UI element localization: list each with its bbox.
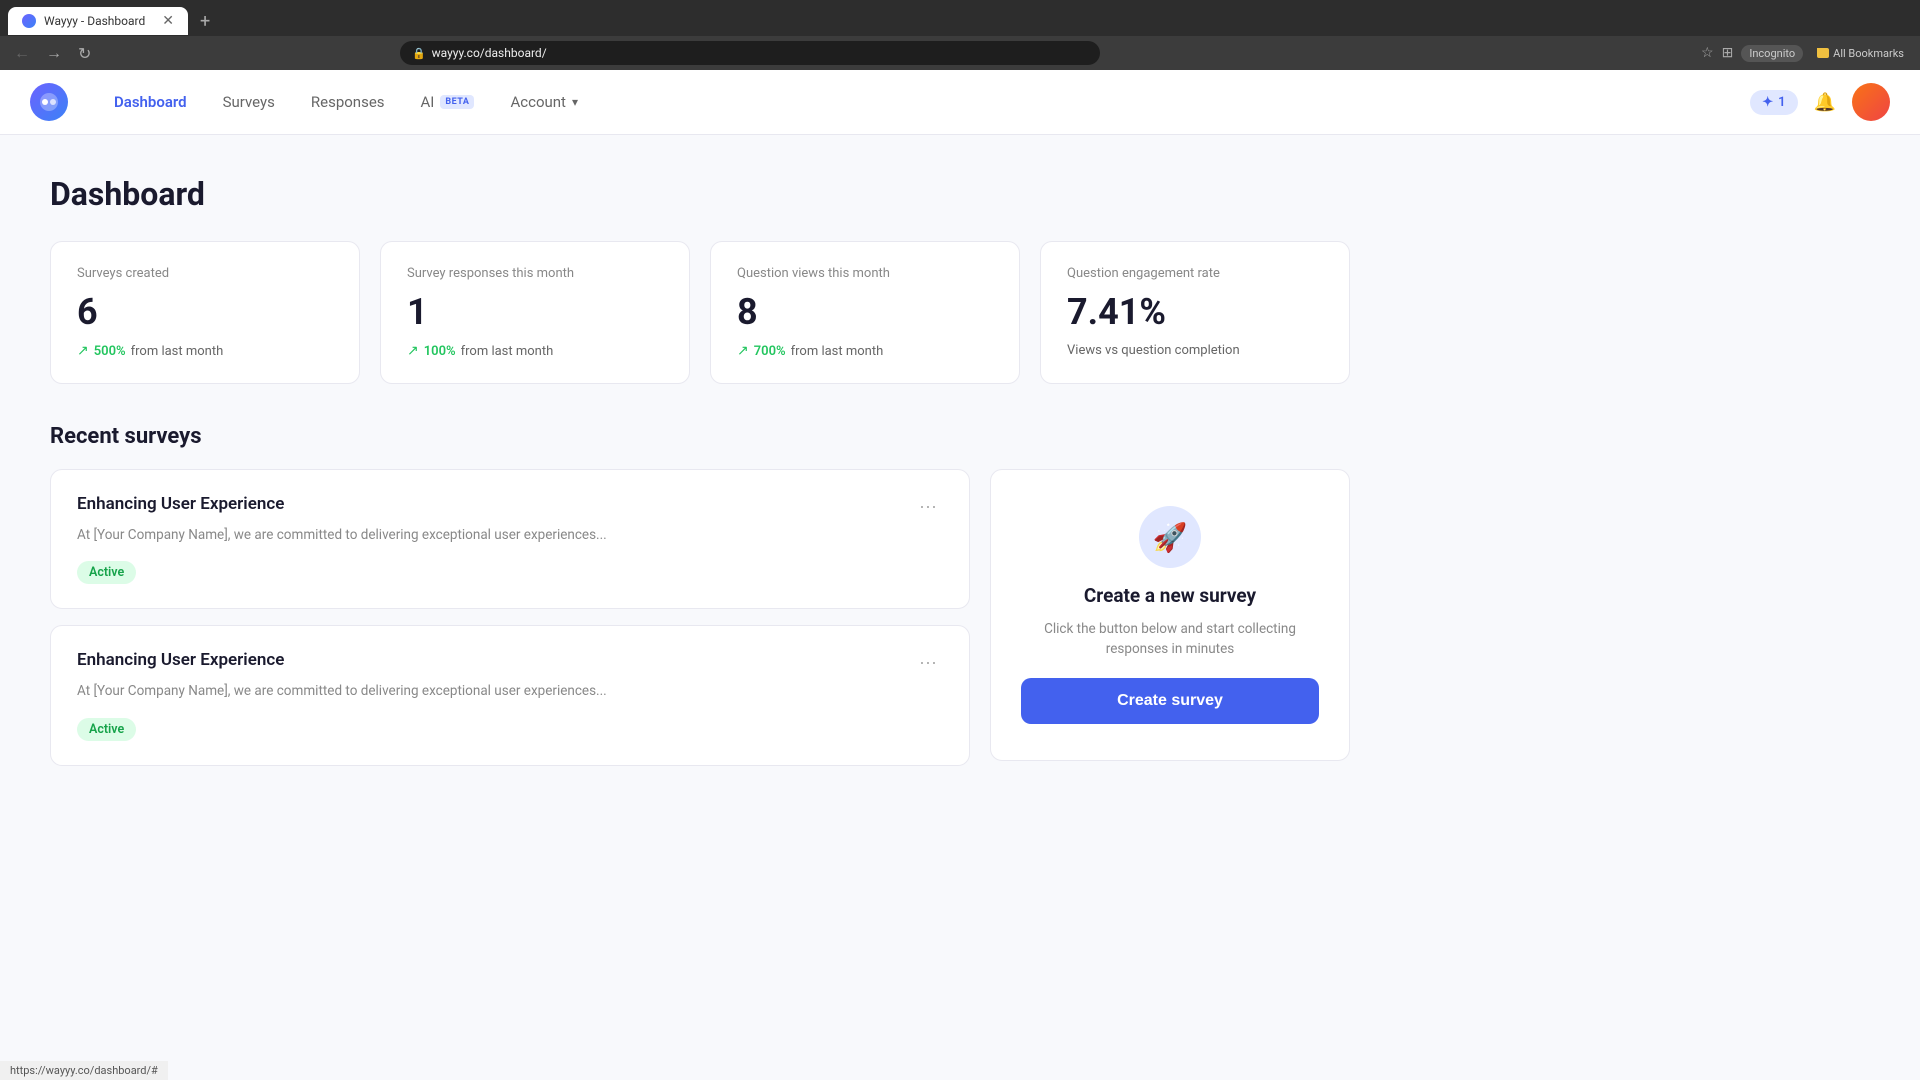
tab-title: Wayyy - Dashboard: [44, 14, 145, 28]
survey-status-badge-1: Active: [77, 718, 136, 741]
stat-card-engagement: Question engagement rate 7.41% Views vs …: [1040, 241, 1350, 384]
new-tab-button[interactable]: +: [192, 7, 218, 36]
trend-text-0: from last month: [131, 344, 224, 359]
trend-percent-1: 100%: [424, 344, 456, 359]
trend-up-icon-0: ↗: [77, 343, 89, 359]
stat-trend-responses: ↗ 100% from last month: [407, 343, 663, 359]
trend-text-1: from last month: [461, 344, 554, 359]
nav-label-responses: Responses: [311, 93, 385, 111]
surveys-layout: Enhancing User Experience ··· At [Your C…: [50, 469, 1350, 766]
trend-percent-2: 700%: [754, 344, 786, 359]
main-content: Dashboard Surveys created 6 ↗ 500% from …: [0, 135, 1400, 806]
nav-link-dashboard[interactable]: Dashboard: [98, 85, 203, 119]
user-avatar[interactable]: [1852, 83, 1890, 121]
nav-link-ai[interactable]: AI BETA: [405, 85, 491, 119]
bookmarks-bar: All Bookmarks: [1811, 45, 1910, 62]
address-text: wayyy.co/dashboard/: [432, 46, 547, 60]
browser-tab-active[interactable]: Wayyy - Dashboard ✕: [8, 7, 188, 35]
address-bar[interactable]: 🔒 wayyy.co/dashboard/: [400, 41, 1100, 65]
nav-right: ✦ 1 🔔: [1750, 83, 1890, 121]
survey-card-0: Enhancing User Experience ··· At [Your C…: [50, 469, 970, 609]
ai-beta-badge: BETA: [440, 95, 474, 109]
create-survey-desc: Click the button below and start collect…: [1021, 619, 1319, 660]
browser-actions: ☆ ⊞ Incognito: [1701, 45, 1803, 62]
survey-title-0: Enhancing User Experience: [77, 494, 284, 514]
status-bar: https://wayyy.co/dashboard/#: [0, 1061, 168, 1080]
survey-card-header-0: Enhancing User Experience ···: [77, 494, 943, 519]
stat-card-responses: Survey responses this month 1 ↗ 100% fro…: [380, 241, 690, 384]
back-button[interactable]: ←: [10, 41, 34, 65]
trend-text-3: Views vs question completion: [1067, 343, 1240, 358]
points-star-icon: ✦: [1762, 95, 1773, 110]
trend-up-icon-1: ↗: [407, 343, 419, 359]
survey-card-header-1: Enhancing User Experience ···: [77, 650, 943, 675]
stat-label-responses: Survey responses this month: [407, 266, 663, 281]
nav-label-account: Account: [510, 93, 566, 111]
points-badge[interactable]: ✦ 1: [1750, 90, 1797, 115]
nav-link-responses[interactable]: Responses: [295, 85, 401, 119]
stat-label-views: Question views this month: [737, 266, 993, 281]
survey-menu-button-1[interactable]: ···: [913, 650, 943, 675]
app-navbar: Dashboard Surveys Responses AI BETA Acco…: [0, 70, 1920, 135]
trend-percent-0: 500%: [94, 344, 126, 359]
nav-label-ai: AI: [421, 93, 435, 111]
survey-status-badge-0: Active: [77, 561, 136, 584]
create-survey-icon: 🚀: [1139, 506, 1201, 568]
stat-value-engagement: 7.41%: [1067, 291, 1323, 333]
extension-puzzle-icon[interactable]: ⊞: [1722, 45, 1734, 61]
trend-up-icon-2: ↗: [737, 343, 749, 359]
lock-icon: 🔒: [412, 47, 426, 60]
stat-trend-surveys-created: ↗ 500% from last month: [77, 343, 333, 359]
points-count: 1: [1778, 95, 1785, 110]
reload-button[interactable]: ↻: [74, 42, 95, 65]
stat-value-responses: 1: [407, 291, 663, 333]
create-survey-button[interactable]: Create survey: [1021, 678, 1319, 724]
nav-link-account[interactable]: Account ▾: [494, 85, 594, 119]
nav-label-surveys: Surveys: [223, 93, 275, 111]
stats-grid: Surveys created 6 ↗ 500% from last month…: [50, 241, 1350, 384]
survey-menu-button-0[interactable]: ···: [913, 494, 943, 519]
survey-desc-0: At [Your Company Name], we are committed…: [77, 525, 943, 545]
stat-trend-views: ↗ 700% from last month: [737, 343, 993, 359]
tab-favicon: [22, 14, 36, 28]
stat-card-views: Question views this month 8 ↗ 700% from …: [710, 241, 1020, 384]
page-title: Dashboard: [50, 175, 1350, 213]
stat-label-engagement: Question engagement rate: [1067, 266, 1323, 281]
nav-label-dashboard: Dashboard: [114, 93, 187, 111]
recent-surveys-title: Recent surveys: [50, 424, 1350, 449]
nav-links: Dashboard Surveys Responses AI BETA Acco…: [98, 85, 1750, 119]
create-survey-title: Create a new survey: [1084, 584, 1256, 607]
tab-close-button[interactable]: ✕: [162, 13, 174, 29]
stat-value-views: 8: [737, 291, 993, 333]
stat-trend-engagement: Views vs question completion: [1067, 343, 1323, 358]
forward-button[interactable]: →: [42, 41, 66, 65]
survey-card-1: Enhancing User Experience ··· At [Your C…: [50, 625, 970, 765]
browser-chrome: Wayyy - Dashboard ✕ + ← → ↻ 🔒 wayyy.co/d…: [0, 0, 1920, 70]
browser-tabs: Wayyy - Dashboard ✕ +: [0, 0, 1920, 36]
trend-text-2: from last month: [791, 344, 884, 359]
bookmark-folder-icon: [1817, 48, 1829, 58]
notifications-bell-icon[interactable]: 🔔: [1814, 92, 1836, 113]
account-dropdown-icon: ▾: [572, 95, 578, 109]
incognito-badge: Incognito: [1741, 45, 1803, 62]
create-survey-card: 🚀 Create a new survey Click the button b…: [990, 469, 1350, 761]
stat-card-surveys-created: Surveys created 6 ↗ 500% from last month: [50, 241, 360, 384]
bookmark-star-icon[interactable]: ☆: [1701, 45, 1714, 61]
browser-toolbar: ← → ↻ 🔒 wayyy.co/dashboard/ ☆ ⊞ Incognit…: [0, 36, 1920, 70]
survey-title-1: Enhancing User Experience: [77, 650, 284, 670]
nav-link-surveys[interactable]: Surveys: [207, 85, 291, 119]
stat-label-surveys-created: Surveys created: [77, 266, 333, 281]
app-logo[interactable]: [30, 83, 68, 121]
survey-cards-list: Enhancing User Experience ··· At [Your C…: [50, 469, 970, 766]
bookmarks-label: All Bookmarks: [1833, 47, 1904, 60]
survey-desc-1: At [Your Company Name], we are committed…: [77, 681, 943, 701]
stat-value-surveys-created: 6: [77, 291, 333, 333]
status-url: https://wayyy.co/dashboard/#: [10, 1064, 158, 1077]
